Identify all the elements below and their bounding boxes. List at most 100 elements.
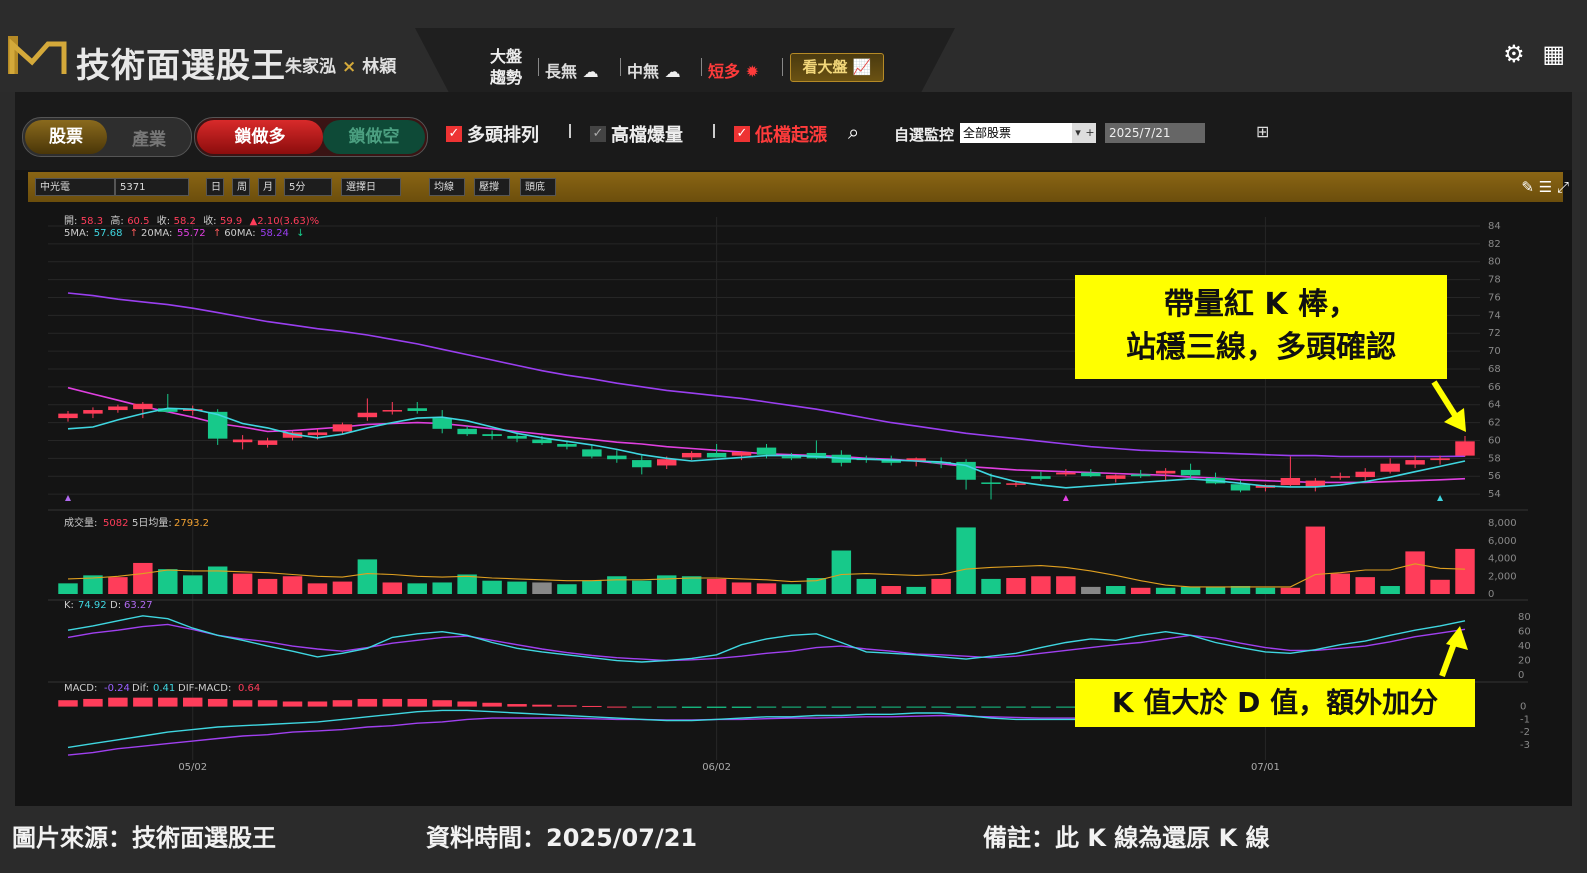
- view-market-button[interactable]: 看大盤 📈: [790, 53, 884, 82]
- macd-bar: [906, 706, 926, 708]
- volume-bar: [357, 559, 378, 594]
- macd-bar: [158, 697, 178, 707]
- price-tick-label: 56: [1488, 471, 1501, 482]
- difmacd-label: DIF-MACD:: [178, 683, 231, 694]
- period-day-button[interactable]: 日: [206, 178, 224, 196]
- stock-industry-toggle: 股票 產業: [22, 117, 192, 157]
- expand-icon[interactable]: ⤢: [1557, 178, 1569, 196]
- gear-icon[interactable]: ⚙: [1503, 40, 1525, 68]
- period-week-button[interactable]: 周: [232, 178, 250, 196]
- volume-bar: [1180, 586, 1201, 594]
- tool-sr-button[interactable]: 壓撐: [474, 178, 510, 196]
- candle: [1405, 455, 1425, 469]
- price-tick-label: 70: [1488, 346, 1501, 357]
- kd-tick-label: 80: [1518, 612, 1531, 623]
- divider: [782, 58, 783, 76]
- volume-bar: [831, 550, 852, 594]
- volume-bar: [482, 580, 502, 594]
- date-tick-label: 05/02: [178, 762, 207, 773]
- watchlist-select[interactable]: 全部股票: [960, 123, 1072, 143]
- macd-bar: [382, 698, 403, 707]
- price-tick-label: 72: [1488, 328, 1501, 339]
- volume-bar: [133, 562, 153, 594]
- info-text: 高:: [110, 214, 123, 227]
- volume-bar: [1430, 579, 1450, 594]
- tab-industry[interactable]: 產業: [107, 125, 191, 150]
- candle: [1280, 456, 1301, 487]
- tab-long[interactable]: 鎖做多: [197, 120, 323, 154]
- candle-body: [407, 408, 427, 411]
- add-icon[interactable]: +: [1084, 123, 1096, 143]
- volume-bar: [856, 578, 877, 594]
- pencil-icon[interactable]: ✎: [1521, 178, 1534, 196]
- macd-bar: [332, 700, 353, 707]
- callout-kd: K 值大於 D 值，額外加分: [1075, 679, 1475, 727]
- tab-stock[interactable]: 股票: [25, 120, 107, 154]
- macd-label: MACD:: [64, 683, 97, 694]
- macd-bar: [1006, 706, 1026, 708]
- settings-sliders-icon[interactable]: ☰: [1539, 178, 1552, 196]
- tool-ma-button[interactable]: 均線: [429, 178, 465, 196]
- info-text: 60MA:: [224, 228, 255, 239]
- filter-low-rise[interactable]: ✓ 低檔起漲: [734, 121, 827, 147]
- volume-bar: [257, 578, 278, 594]
- candle-body: [357, 412, 378, 418]
- arrow-icon: [1439, 626, 1468, 678]
- volume-value: 5082: [103, 518, 128, 529]
- candle: [482, 430, 502, 440]
- volume-bar: [407, 583, 427, 594]
- table-icon[interactable]: ⊞: [1256, 122, 1269, 141]
- volume-bar: [183, 575, 203, 594]
- macd-bar: [432, 700, 452, 707]
- filter-bullish-alignment[interactable]: ✓ 多頭排列: [446, 121, 539, 147]
- dropdown-icon[interactable]: ▾: [1072, 123, 1084, 143]
- volume-bar: [158, 569, 178, 594]
- checkbox-checked-icon[interactable]: ✓: [734, 126, 750, 142]
- candle-body: [532, 439, 552, 444]
- filter-high-volume[interactable]: ✓ 高檔爆量: [590, 121, 683, 147]
- stock-name-field[interactable]: 中光電: [35, 178, 115, 196]
- volume-bar: [1106, 586, 1126, 594]
- tool-pattern-button[interactable]: 頭底: [520, 178, 556, 196]
- macd-bar: [133, 697, 153, 707]
- checkbox-checked-icon[interactable]: ✓: [446, 126, 462, 142]
- price-tick-label: 58: [1488, 453, 1501, 464]
- candle-body: [706, 452, 727, 458]
- volume-bar: [382, 582, 403, 594]
- volume-bar: [1455, 548, 1475, 594]
- tab-short[interactable]: 鎖做空: [323, 120, 425, 154]
- volume-bar: [781, 584, 802, 594]
- k-value: 74.92: [78, 600, 107, 611]
- macd-bar: [881, 706, 901, 708]
- checkbox-unchecked-icon[interactable]: ✓: [590, 126, 606, 142]
- macd-bar: [607, 706, 627, 708]
- info-text: 開:: [64, 215, 77, 227]
- candle-body: [207, 411, 228, 439]
- candle-body: [1006, 483, 1026, 485]
- short-trend-label: 短多: [708, 62, 741, 81]
- price-tick-label: 54: [1488, 489, 1501, 500]
- candle-body: [1155, 470, 1176, 474]
- top-icons: ⚙ ▦: [1503, 40, 1565, 68]
- volume-bar: [282, 576, 303, 594]
- stock-code-select[interactable]: 5371: [115, 178, 189, 196]
- date-option-select[interactable]: 選擇日: [341, 178, 401, 196]
- filter-label: 多頭排列: [467, 125, 539, 146]
- signal-marker: [65, 495, 71, 501]
- candle-body: [731, 452, 752, 456]
- grid-menu-icon[interactable]: ▦: [1542, 40, 1565, 68]
- app-logo: [8, 36, 67, 74]
- volume-bar: [731, 582, 752, 594]
- search-icon[interactable]: ⌕: [848, 120, 859, 144]
- period-month-button[interactable]: 月: [258, 178, 276, 196]
- candle: [1056, 469, 1076, 477]
- macd-bar: [806, 706, 827, 708]
- candle-body: [133, 403, 153, 410]
- info-text: ▲2.10(3.63)%: [250, 216, 320, 227]
- candle-body: [1330, 476, 1350, 478]
- candle: [1380, 458, 1400, 474]
- date-select[interactable]: 2025/7/21: [1105, 123, 1205, 143]
- interval-select[interactable]: 5分: [284, 178, 332, 196]
- volume-bar: [632, 580, 652, 594]
- volume-ma-label: 5日均量:: [132, 517, 172, 529]
